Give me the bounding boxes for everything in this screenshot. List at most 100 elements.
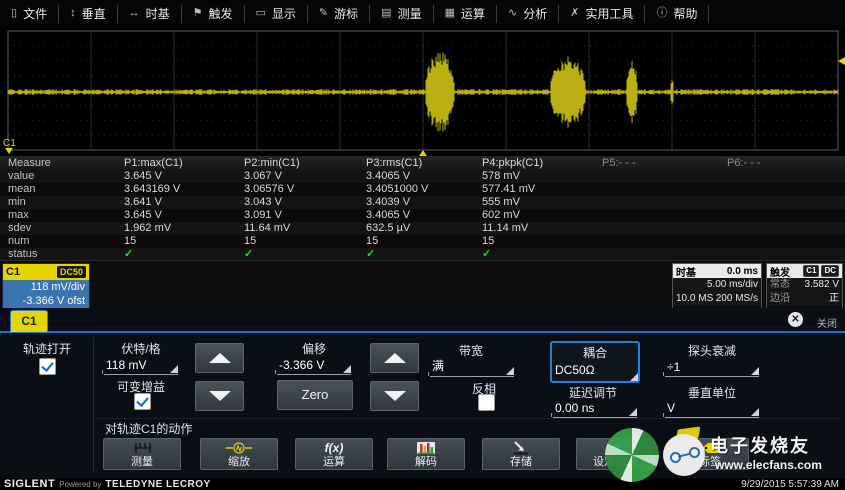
measure-cell: 15 <box>244 235 256 248</box>
action-zoom-button[interactable]: 缩放 <box>200 438 278 470</box>
measure-cell: 3.4065 V <box>366 170 410 183</box>
timebase-scale: 5.00 ms/div <box>676 278 758 292</box>
measure-cell: 3.641 V <box>124 196 162 209</box>
action-rescale-button[interactable]: 设定刻度 <box>576 438 654 470</box>
action-store-button[interactable]: 存储 <box>482 438 560 470</box>
menu-file[interactable]: ▯文件 <box>0 5 59 23</box>
down-arrow-icon <box>384 391 406 401</box>
channel1-descriptor-box[interactable]: C1 DC50 118 mV/div -3.366 V ofst <box>2 263 90 309</box>
trigger-title: 触发 <box>770 264 790 279</box>
measure-cell: 11.64 mV <box>244 222 290 235</box>
channel1-offset: -3.366 V ofst <box>3 294 85 308</box>
probe-atten-field[interactable]: ÷1 <box>665 357 759 377</box>
menu-cursors[interactable]: ✎ 游标 <box>308 5 370 23</box>
menu-vertical[interactable]: ↕垂直 <box>59 5 118 23</box>
deskew-field[interactable]: 0.00 ns <box>553 398 637 418</box>
menu-trigger[interactable]: ⚑ 触发 <box>182 5 245 23</box>
measure-cell: 3.4065 V <box>366 209 410 222</box>
volts-decrease-button[interactable] <box>195 381 244 411</box>
action-measure-button[interactable]: 测量 <box>103 438 181 470</box>
menu-analysis[interactable]: ∿分析 <box>497 5 559 23</box>
coupling-selector[interactable]: 耦合 DC50Ω <box>550 341 640 383</box>
menu-timebase[interactable]: ↔ 时基 <box>118 5 182 23</box>
down-arrow-icon <box>209 391 231 401</box>
cursor-pencil-icon: ✎ <box>319 8 328 19</box>
dropdown-corner-icon <box>630 373 638 381</box>
menu-timebase-label: 时基 <box>146 5 170 22</box>
measure-cell: 11.14 mV <box>482 222 528 235</box>
menu-math[interactable]: ▦运算 <box>434 5 497 23</box>
dropdown-corner-icon <box>170 365 178 373</box>
action-label: 测量 <box>104 453 180 469</box>
coupling-label: 耦合 <box>552 344 638 361</box>
measure-cell: 3.043 V <box>244 196 282 209</box>
measure-col-p1[interactable]: P1:max(C1) <box>124 156 183 170</box>
offset-decrease-button[interactable] <box>370 381 419 411</box>
zero-button[interactable]: Zero <box>277 380 353 410</box>
measure-col-p4[interactable]: P4:pkpk(C1) <box>482 156 543 170</box>
timebase-rate: 200 MS/s <box>716 292 758 306</box>
volts-per-div-field[interactable]: 118 mV <box>104 355 178 375</box>
menu-help[interactable]: ⓘ帮助 <box>645 5 709 23</box>
tab-c1[interactable]: C1 <box>10 310 48 332</box>
menu-analysis-label: 分析 <box>523 5 547 22</box>
measure-cell: 15 <box>482 235 494 248</box>
action-math-button[interactable]: f(x) 运算 <box>295 438 373 470</box>
probe-atten-value: ÷1 <box>667 360 680 374</box>
menu-cursors-label: 游标 <box>334 5 358 22</box>
menubar: ▯文件 ↕垂直 ↔ 时基 ⚑ 触发 ▭显示 ✎ 游标 ▤测量 ▦运算 ∿分析 ✗实用工… <box>0 0 845 28</box>
up-arrow-icon <box>209 353 231 363</box>
measure-cell: 602 mV <box>482 209 520 222</box>
menu-utilities[interactable]: ✗实用工具 <box>559 5 645 23</box>
menu-measure[interactable]: ▤测量 <box>370 5 433 23</box>
panel-divider <box>93 337 94 472</box>
menu-trigger-label: 触发 <box>208 5 232 22</box>
row-label: min <box>8 196 26 209</box>
menu-math-label: 运算 <box>461 5 485 22</box>
action-decode-button[interactable]: 解码 <box>387 438 465 470</box>
row-label: mean <box>8 183 36 196</box>
trigger-flag-icon: ⚑ <box>193 8 203 19</box>
close-icon[interactable]: ✕ <box>788 312 803 327</box>
dropdown-corner-icon <box>506 367 514 375</box>
variable-gain-checkbox[interactable] <box>134 393 151 410</box>
trigger-level-marker[interactable] <box>838 57 845 65</box>
offset-field[interactable]: -3.366 V <box>277 355 351 375</box>
action-label-button[interactable]: 标签 <box>671 438 749 470</box>
horizontal-arrows-icon: ↔ <box>129 8 140 19</box>
volts-increase-button[interactable] <box>195 343 244 373</box>
channel1-scale: 118 mV/div <box>3 280 85 294</box>
timebase-descriptor-box[interactable]: 时基 0.0 ms 5.00 ms/div 10.0 MS 200 MS/s <box>672 263 762 309</box>
trigger-source-badge: C1 <box>803 265 819 277</box>
menu-utilities-label: 实用工具 <box>585 5 633 22</box>
invert-checkbox[interactable] <box>478 394 495 411</box>
measure-col-p3[interactable]: P3:rms(C1) <box>366 156 422 170</box>
offset-increase-button[interactable] <box>370 343 419 373</box>
channel1-setup-dialog: C1 ✕ 关闭 轨迹打开 伏特/格 118 mV 可变增益 偏移 -3.366 … <box>0 308 845 478</box>
measure-col-p5[interactable]: P5:- - - <box>602 156 636 170</box>
menu-measure-label: 测量 <box>398 5 422 22</box>
measure-cell: 578 mV <box>482 170 520 183</box>
bandwidth-field[interactable]: 满 <box>430 357 514 377</box>
menu-display[interactable]: ▭显示 <box>245 5 308 23</box>
bandwidth-value: 满 <box>432 357 444 374</box>
trace-on-checkbox[interactable] <box>39 358 56 375</box>
measure-cell: 3.645 V <box>124 209 162 222</box>
channel1-offset-marker[interactable] <box>5 148 13 154</box>
menu-display-label: 显示 <box>272 5 296 22</box>
measure-col-p2[interactable]: P2:min(C1) <box>244 156 300 170</box>
clock-timestamp: 9/29/2015 5:57:39 AM <box>741 479 839 490</box>
up-arrow-icon <box>384 353 406 363</box>
trigger-descriptor-box[interactable]: 触发 C1 DC 常态3.582 V 边沿正 <box>766 263 843 309</box>
trigger-level-value: 3.582 V <box>805 278 839 292</box>
timebase-title: 时基 <box>676 264 696 279</box>
coupling-badge: DC50 <box>57 266 86 278</box>
measure-cell: 577.41 mV <box>482 183 535 196</box>
measure-table: Measure P1:max(C1) P2:min(C1) P3:rms(C1)… <box>0 156 845 260</box>
measure-col-p6[interactable]: P6:- - - <box>727 156 761 170</box>
coupling-value: DC50Ω <box>555 363 638 377</box>
close-label[interactable]: 关闭 <box>817 315 837 330</box>
row-label: max <box>8 209 29 222</box>
vertical-unit-field[interactable]: V <box>665 398 759 418</box>
trigger-mode-label: 常态 <box>770 278 790 292</box>
